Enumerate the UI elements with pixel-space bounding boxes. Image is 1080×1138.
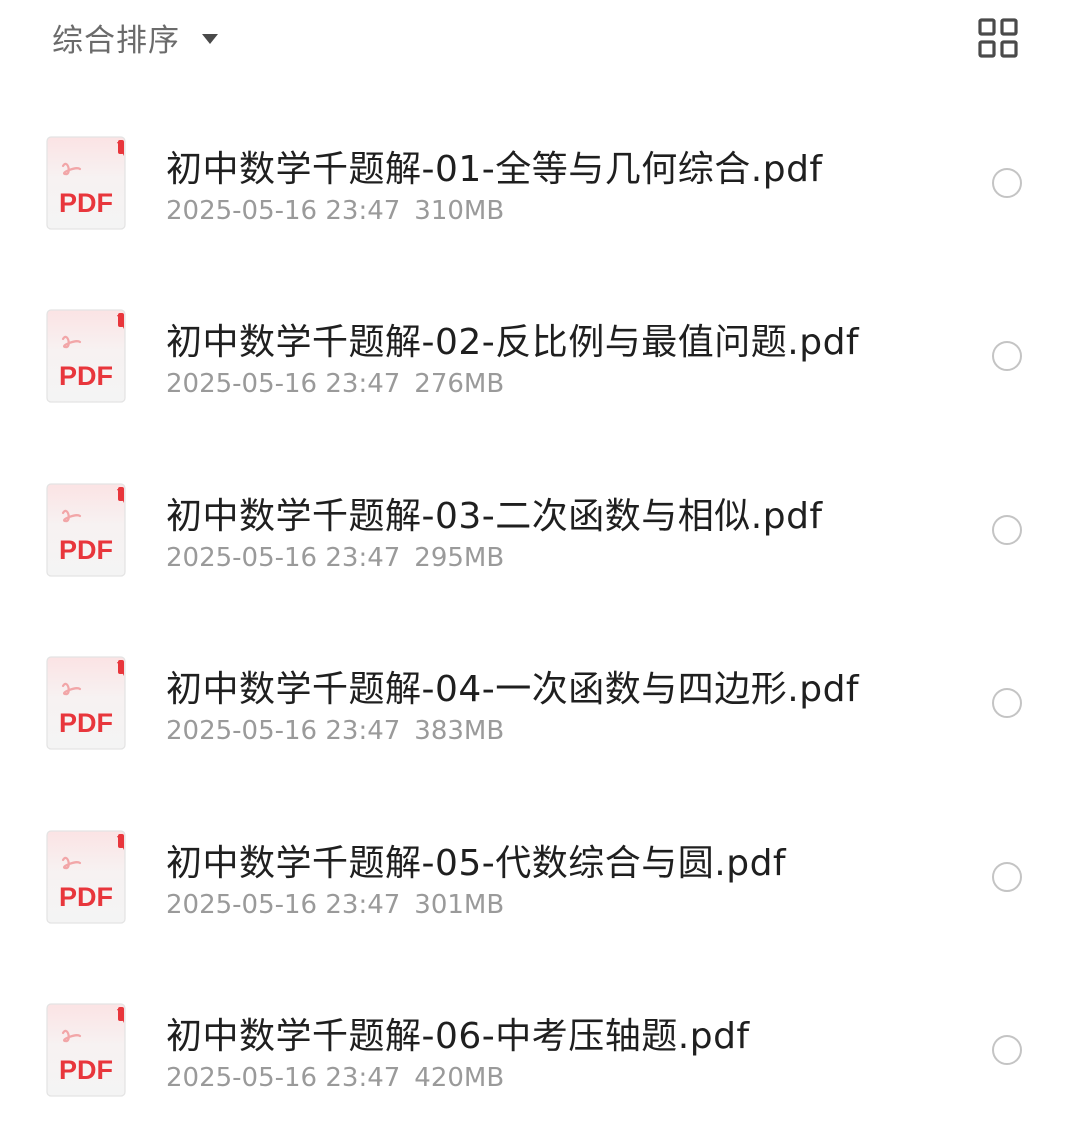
pdf-icon-label: PDF	[59, 708, 113, 738]
select-radio-button[interactable]	[992, 341, 1022, 372]
file-meta: 2025-05-16 23:47 301MB	[166, 890, 504, 920]
file-size: 301MB	[414, 889, 505, 920]
select-radio-button[interactable]	[992, 861, 1022, 892]
pdf-icon-label: PDF	[59, 882, 113, 912]
file-list-item[interactable]: PDF 初中数学千题解-05-代数综合与圆.pdf 2025-05-16 23:…	[0, 792, 1080, 965]
file-list-item[interactable]: PDF 初中数学千题解-04-一次函数与四边形.pdf 2025-05-16 2…	[0, 618, 1080, 791]
file-size: 310MB	[414, 196, 505, 226]
select-radio-button[interactable]	[992, 688, 1022, 719]
pdf-icon-label: PDF	[59, 361, 113, 391]
file-meta: 2025-05-16 23:47 420MB	[166, 1063, 504, 1093]
pdf-icon-label: PDF	[59, 535, 113, 565]
file-list-item[interactable]: PDF 初中数学千题解-06-中考压轴题.pdf 2025-05-16 23:4…	[0, 965, 1080, 1138]
file-list-item[interactable]: PDF 初中数学千题解-02-反比例与最值问题.pdf 2025-05-16 2…	[0, 271, 1080, 444]
file-meta: 2025-05-16 23:47 383MB	[166, 716, 504, 746]
select-radio-button[interactable]	[992, 514, 1022, 545]
grid-view-icon	[978, 18, 1018, 58]
sort-label: 综合排序	[52, 22, 180, 59]
file-list-item[interactable]: PDF 初中数学千题解-01-全等与几何综合.pdf 2025-05-16 23…	[0, 98, 1080, 271]
file-date: 2025-05-16 23:47	[166, 1062, 401, 1093]
file-name: 初中数学千题解-01-全等与几何综合.pdf	[166, 149, 823, 190]
file-date: 2025-05-16 23:47	[166, 716, 401, 747]
file-meta: 2025-05-16 23:47 276MB	[166, 369, 504, 399]
caret-down-icon	[202, 34, 218, 44]
pdf-file-icon: PDF	[46, 136, 128, 232]
file-name: 初中数学千题解-05-代数综合与圆.pdf	[166, 842, 787, 884]
pdf-file-icon: PDF	[46, 829, 128, 926]
file-name: 初中数学千题解-02-反比例与最值问题.pdf	[166, 322, 860, 364]
toolbar: 综合排序	[0, 0, 1080, 80]
file-date: 2025-05-16 23:47	[166, 196, 401, 226]
file-size: 420MB	[414, 1062, 505, 1093]
pdf-file-icon: PDF	[46, 1003, 128, 1099]
grid-view-toggle-button[interactable]	[976, 16, 1020, 60]
file-name: 初中数学千题解-03-二次函数与相似.pdf	[166, 495, 823, 537]
file-meta: 2025-05-16 23:47 310MB	[166, 196, 504, 226]
file-size: 295MB	[414, 542, 505, 573]
pdf-file-icon: PDF	[46, 309, 128, 405]
file-size: 383MB	[414, 716, 505, 747]
file-list: PDF 初中数学千题解-01-全等与几何综合.pdf 2025-05-16 23…	[0, 98, 1080, 1138]
pdf-icon-label: PDF	[59, 188, 113, 218]
select-radio-button[interactable]	[992, 168, 1022, 198]
sort-dropdown-button[interactable]: 综合排序	[52, 14, 218, 60]
pdf-file-icon: PDF	[46, 656, 128, 752]
file-meta: 2025-05-16 23:47 295MB	[166, 543, 504, 573]
file-date: 2025-05-16 23:47	[166, 889, 401, 920]
select-radio-button[interactable]	[992, 1034, 1022, 1065]
pdf-icon-label: PDF	[59, 1055, 113, 1085]
file-name: 初中数学千题解-06-中考压轴题.pdf	[166, 1015, 750, 1057]
file-list-item[interactable]: PDF 初中数学千题解-03-二次函数与相似.pdf 2025-05-16 23…	[0, 445, 1080, 618]
pdf-file-icon: PDF	[46, 483, 128, 579]
file-date: 2025-05-16 23:47	[166, 369, 401, 400]
file-size: 276MB	[414, 369, 505, 400]
file-date: 2025-05-16 23:47	[166, 542, 401, 573]
file-name: 初中数学千题解-04-一次函数与四边形.pdf	[166, 669, 860, 711]
